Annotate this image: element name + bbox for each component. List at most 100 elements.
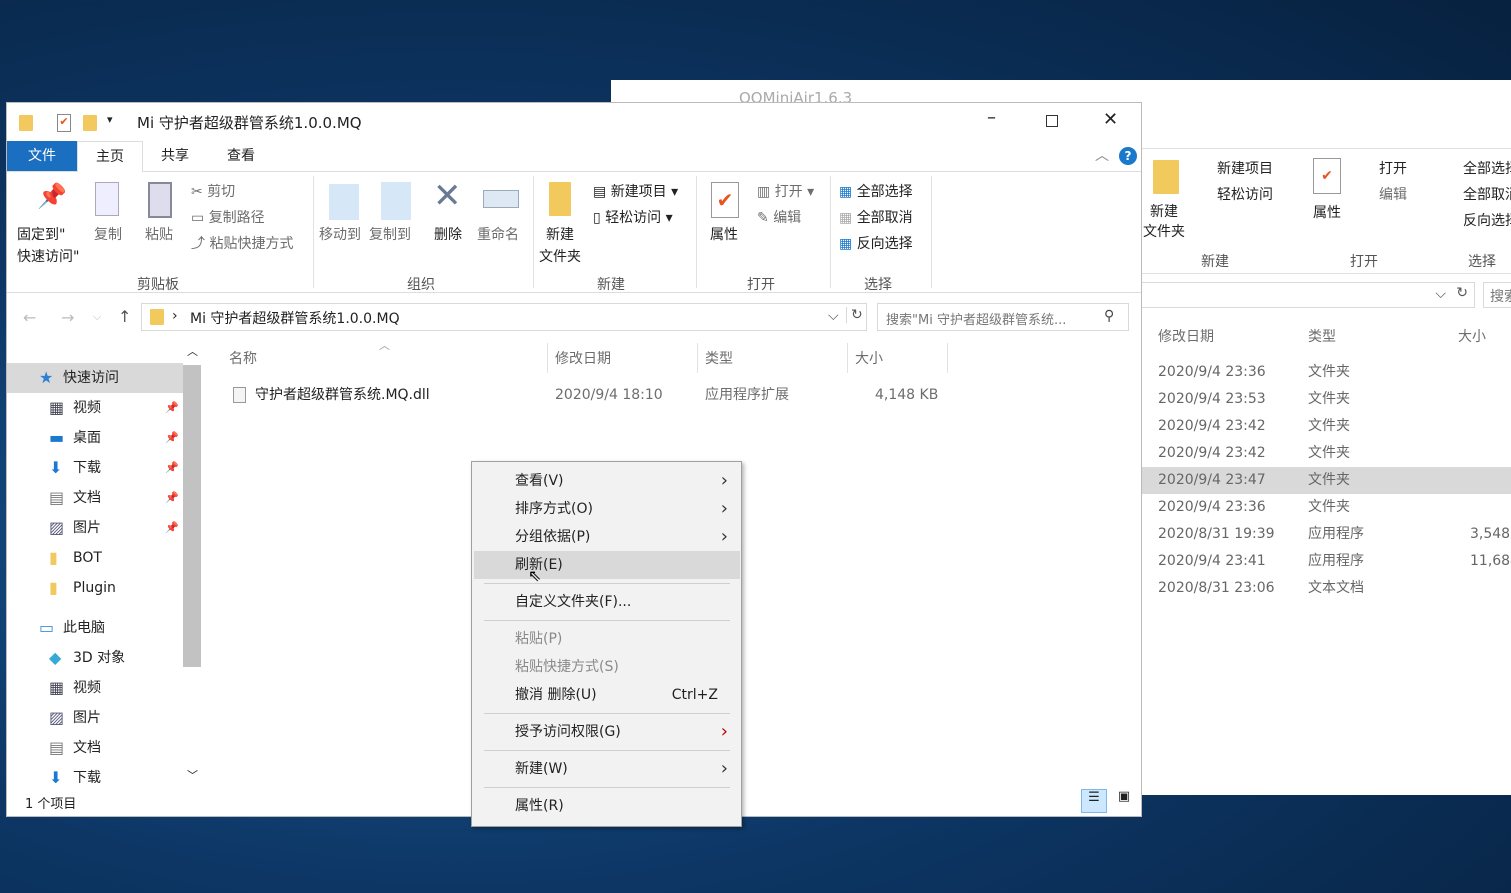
close-button[interactable]: ✕ [1103,109,1118,130]
bg-properties-button[interactable]: 属性 [1313,202,1341,222]
help-icon[interactable]: ? [1119,147,1137,165]
sidebar-item-label: 文档 [73,740,101,756]
bg-easy-access-button[interactable]: 轻松访问 [1217,184,1273,204]
tab-view[interactable]: 查看 [213,141,269,171]
copy-button[interactable]: 复制 [94,224,122,244]
new-item-button[interactable]: ▤ 新建项目 ▾ [593,181,678,201]
column-header-size[interactable]: 大小 [1458,326,1486,346]
details-view-button[interactable]: ☰ [1081,789,1107,813]
new-folder-quick-icon[interactable] [83,115,97,131]
tab-file[interactable]: 文件 [7,141,77,171]
context-menu-item[interactable]: 撤消 删除(U) Ctrl+Z [474,681,740,709]
sidebar-item[interactable]: ▤ 文档 📌 [7,483,183,513]
new-folder-button[interactable]: 新建 文件夹 [539,224,581,268]
sidebar-scrollbar[interactable]: ︿ ﹀ [183,343,201,783]
bg-file-row[interactable]: 2020/9/4 23:36 文件夹 [1141,494,1511,521]
context-menu-item[interactable]: 粘贴快捷方式(S) [474,653,740,681]
column-header-date[interactable]: 修改日期 [555,348,611,368]
easy-access-button[interactable]: ▯ 轻松访问 ▾ [593,207,673,227]
context-menu-item[interactable]: 查看(V) › [474,467,740,495]
sidebar-item[interactable]: ★ 快速访问 [7,363,183,393]
copy-to-button[interactable]: 复制到 [369,224,411,244]
sidebar-item[interactable]: ▬ 桌面 📌 [7,423,183,453]
column-header-name[interactable]: 名称 [229,348,257,368]
column-header-date[interactable]: 修改日期 [1158,326,1214,346]
context-menu-item[interactable]: 粘贴(P) [474,625,740,653]
bg-invert-selection-button[interactable]: 反向选择 [1463,210,1511,230]
bg-address-bar[interactable]: ⌵ ↻ [1141,282,1475,308]
sidebar-item[interactable]: ▦ 视频 📌 [7,393,183,423]
maximize-button[interactable] [1046,115,1058,127]
address-bar[interactable]: › Mi 守护者超级群管系统1.0.0.MQ ⌵ ↻ [141,303,867,331]
context-menu-item[interactable]: 授予访问权限(G) › [474,718,740,746]
context-menu-item[interactable]: 自定义文件夹(F)... [474,588,740,616]
bg-file-row[interactable]: 2020/9/4 23:42 文件夹 [1141,413,1511,440]
select-none-button[interactable]: ▦ 全部取消 [839,207,913,227]
column-header-size[interactable]: 大小 [855,348,883,368]
bg-file-row[interactable]: 2020/9/4 23:47 文件夹 [1141,467,1511,494]
bg-new-folder-button[interactable]: 新建 文件夹 [1143,202,1185,242]
refresh-icon[interactable]: ↻ [846,307,863,323]
context-menu-item[interactable]: 分组依据(P) › [474,523,740,551]
move-to-button[interactable]: 移动到 [319,224,361,244]
new-item-label: 新建项目 [610,184,667,200]
invert-selection-button[interactable]: ▦ 反向选择 [839,233,913,253]
copy-path-button[interactable]: ▭ 复制路径 [191,207,265,227]
sidebar-item[interactable]: ▭ 此电脑 [7,613,183,643]
sidebar-item[interactable]: ⬇ 下载 [7,763,183,783]
sidebar-item[interactable]: ▮ BOT [7,543,183,573]
sidebar-item[interactable]: ▮ Plugin [7,573,183,603]
recent-locations-button[interactable]: ⌵ [93,310,101,324]
cut-button[interactable]: ✂ 剪切 [191,181,235,201]
column-header-type[interactable]: 类型 [705,348,733,368]
context-menu-item[interactable]: 新建(W) › [474,755,740,783]
address-path[interactable]: Mi 守护者超级群管系统1.0.0.MQ [190,308,400,328]
context-menu-item[interactable]: 刷新(E) [474,551,740,579]
customize-quick-access-icon[interactable]: ▾ [107,113,113,126]
sidebar-item[interactable]: ▦ 视频 [7,673,183,703]
up-button[interactable]: ↑ [118,307,131,326]
context-menu-item[interactable]: 排序方式(O) › [474,495,740,523]
sidebar-item[interactable]: ◆ 3D 对象 [7,643,183,673]
bg-select-none-button[interactable]: 全部取消 [1463,184,1511,204]
sidebar-item[interactable]: ▨ 图片 [7,703,183,733]
delete-button[interactable]: 删除 [434,224,462,244]
paste-button[interactable]: 粘贴 [145,224,173,244]
back-button[interactable]: ← [23,308,36,327]
bg-file-row[interactable]: 2020/9/4 23:53 文件夹 [1141,386,1511,413]
address-dropdown-icon[interactable]: ⌵ [828,308,839,324]
collapse-ribbon-icon[interactable]: ︿ [1095,145,1109,165]
open-button[interactable]: ▥ 打开 ▾ [757,181,814,201]
title-bar[interactable]: ✔ ▾ Mi 守护者超级群管系统1.0.0.MQ – ✕ [7,103,1141,141]
rename-button[interactable]: 重命名 [477,224,519,244]
context-menu-item[interactable]: 属性(R) [474,792,740,820]
column-header-type[interactable]: 类型 [1308,326,1336,346]
bg-file-row[interactable]: 2020/9/4 23:36 文件夹 [1141,359,1511,386]
bg-file-row[interactable]: 2020/9/4 23:41 应用程序 11,684 [1141,548,1511,575]
select-all-button[interactable]: ▦ 全部选择 [839,181,913,201]
tab-share[interactable]: 共享 [147,141,203,171]
properties-button[interactable]: 属性 [710,224,738,244]
properties-quick-icon[interactable]: ✔ [57,114,71,132]
minimize-button[interactable]: – [987,107,996,128]
sidebar-item[interactable]: ▤ 文档 [7,733,183,763]
move-to-icon [329,184,359,220]
sidebar-item[interactable]: ▨ 图片 📌 [7,513,183,543]
paste-shortcut-button[interactable]: ⤴ 粘贴快捷方式 [191,233,293,253]
bg-new-item-button[interactable]: 新建项目 [1217,158,1273,178]
bg-file-row[interactable]: 2020/9/4 23:42 文件夹 [1141,440,1511,467]
file-row[interactable]: 守护者超级群管系统.MQ.dll 2020/9/4 18:10 应用程序扩展 4… [227,381,947,409]
large-icons-view-button[interactable]: ▣ [1111,789,1137,813]
search-input[interactable]: 搜索"Mi 守护者超级群管系统... ⚲ [877,303,1129,331]
bg-file-row[interactable]: 2020/8/31 19:39 应用程序 3,548 [1141,521,1511,548]
tab-home[interactable]: 主页 [77,141,143,172]
edit-button[interactable]: ✎ 编辑 [757,207,801,227]
bg-open-button[interactable]: 打开 [1379,158,1407,178]
bg-select-all-button[interactable]: 全部选择 [1463,158,1511,178]
forward-button[interactable]: → [61,308,74,327]
bg-file-row[interactable]: 2020/8/31 23:06 文本文档 [1141,575,1511,602]
bg-edit-button[interactable]: 编辑 [1379,184,1407,204]
sidebar-item[interactable]: ⬇ 下载 📌 [7,453,183,483]
bg-search-box[interactable]: 搜索 [1483,282,1511,308]
pin-quick-access-button[interactable]: 固定到" 快速访问" [17,224,79,268]
